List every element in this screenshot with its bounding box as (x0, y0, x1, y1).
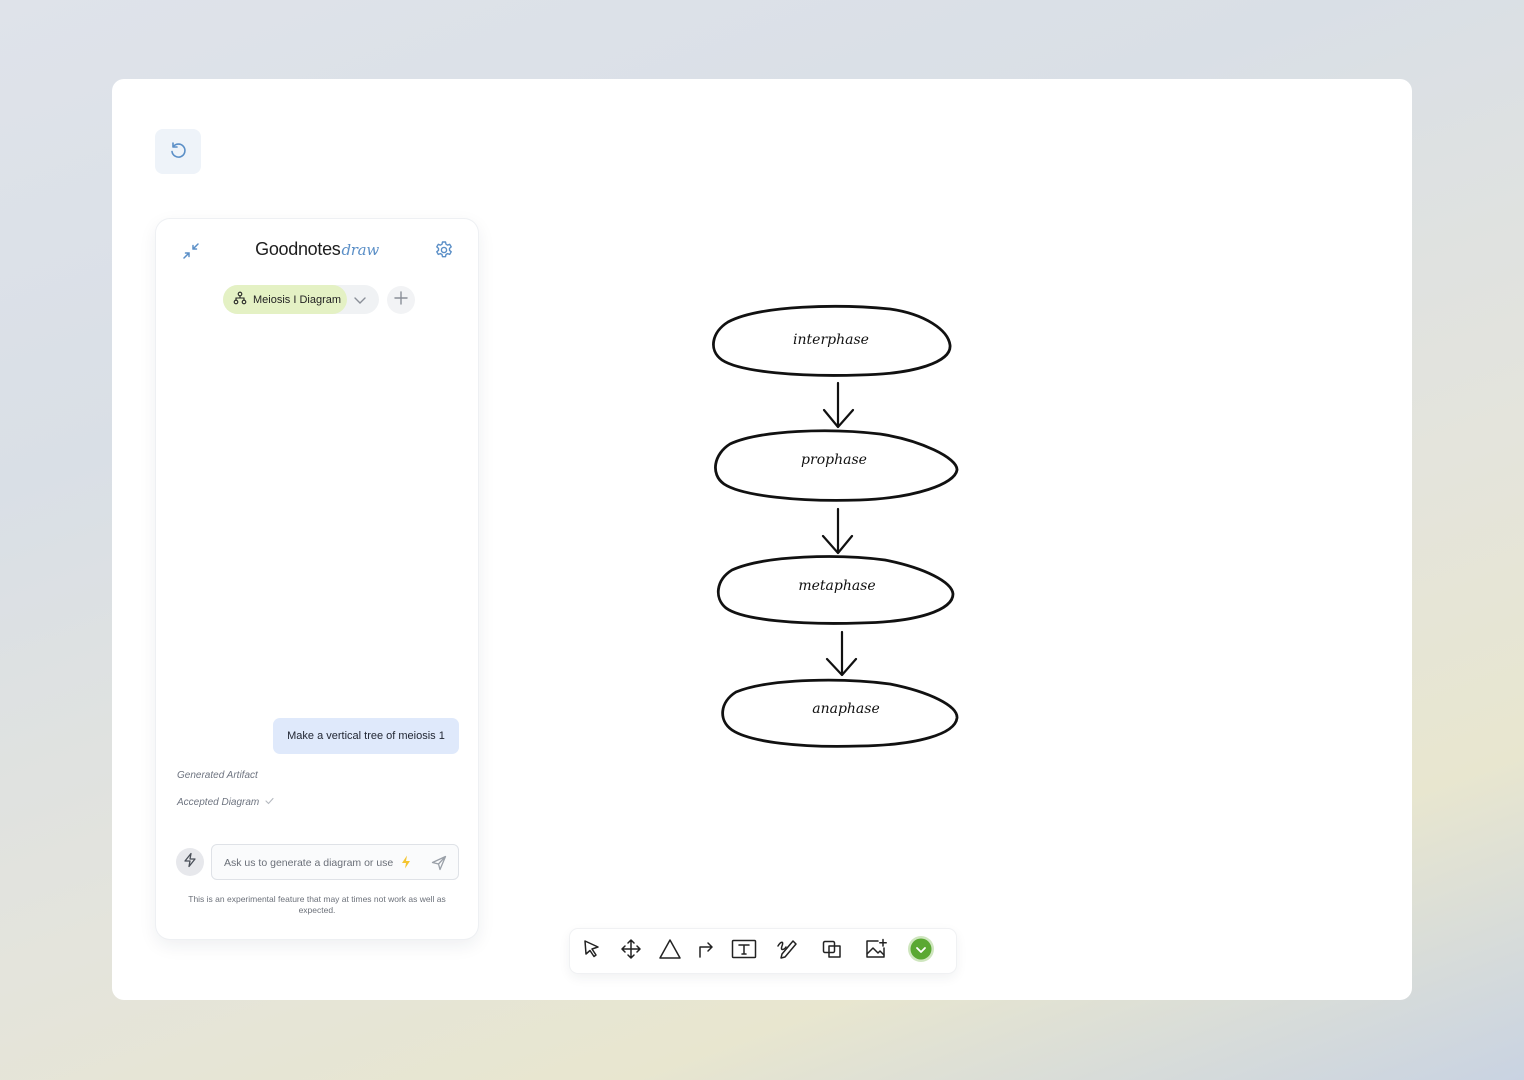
node-label: metaphase (798, 578, 875, 594)
prompt-input-box[interactable] (211, 844, 459, 881)
canvas-toolbar (570, 929, 956, 973)
checkmark-icon (265, 797, 274, 808)
text-box-icon (731, 938, 757, 965)
connector-tool-button[interactable] (692, 937, 720, 965)
chat-panel: Goodnotesdraw Meiosis I Diagram Make a v… (156, 219, 478, 939)
triangle-icon (658, 938, 682, 965)
text-tool-button[interactable] (730, 937, 758, 965)
move-tool-button[interactable] (617, 937, 645, 965)
undo-button[interactable] (155, 129, 201, 174)
diagram-tree-icon (233, 291, 247, 308)
add-image-icon (864, 938, 888, 965)
user-message-text: Make a vertical tree of meiosis 1 (287, 730, 445, 742)
pointer-icon (581, 938, 603, 965)
pen-icon (776, 938, 800, 965)
node-label: anaphase (812, 701, 880, 717)
user-message: Make a vertical tree of meiosis 1 (273, 718, 459, 754)
main-card: Goodnotesdraw Meiosis I Diagram Make a v… (112, 79, 1412, 1000)
copy-tool-button[interactable] (818, 937, 846, 965)
copy-icon (821, 938, 843, 965)
lightning-icon (182, 852, 198, 873)
brand-main: Goodnotes (255, 239, 341, 259)
diagram-chip[interactable]: Meiosis I Diagram (223, 285, 347, 314)
shape-tool-button[interactable] (656, 937, 684, 965)
disclaimer-text: This is an experimental feature that may… (188, 894, 446, 915)
add-diagram-button[interactable] (387, 286, 415, 314)
lightning-icon (400, 855, 412, 869)
chevron-down-icon[interactable] (351, 291, 369, 309)
brand-accent: draw (341, 241, 380, 259)
move-arrows-icon (620, 938, 642, 965)
settings-button[interactable] (433, 239, 455, 261)
node-label: interphase (793, 332, 869, 348)
confirm-button[interactable] (906, 935, 936, 968)
diagram-selector[interactable]: Meiosis I Diagram (223, 285, 379, 314)
quick-actions-button[interactable] (176, 848, 204, 876)
pen-tool-button[interactable] (774, 937, 802, 965)
select-tool-button[interactable] (578, 937, 606, 965)
check-circle-icon (907, 935, 935, 968)
gear-icon (433, 241, 455, 265)
turn-arrow-icon (695, 938, 717, 965)
accepted-diagram-status: Accepted Diagram (177, 797, 274, 808)
accepted-diagram-text: Accepted Diagram (177, 797, 260, 808)
diagram-name: Meiosis I Diagram (253, 293, 342, 306)
brand-logo: Goodnotesdraw (156, 239, 478, 260)
prompt-input[interactable] (222, 845, 416, 881)
plus-icon (393, 290, 409, 311)
node-label: prophase (801, 452, 867, 468)
send-button[interactable] (430, 854, 448, 872)
image-tool-button[interactable] (862, 937, 890, 965)
undo-icon (167, 138, 189, 165)
generated-artifact-status: Generated Artifact (177, 770, 258, 781)
